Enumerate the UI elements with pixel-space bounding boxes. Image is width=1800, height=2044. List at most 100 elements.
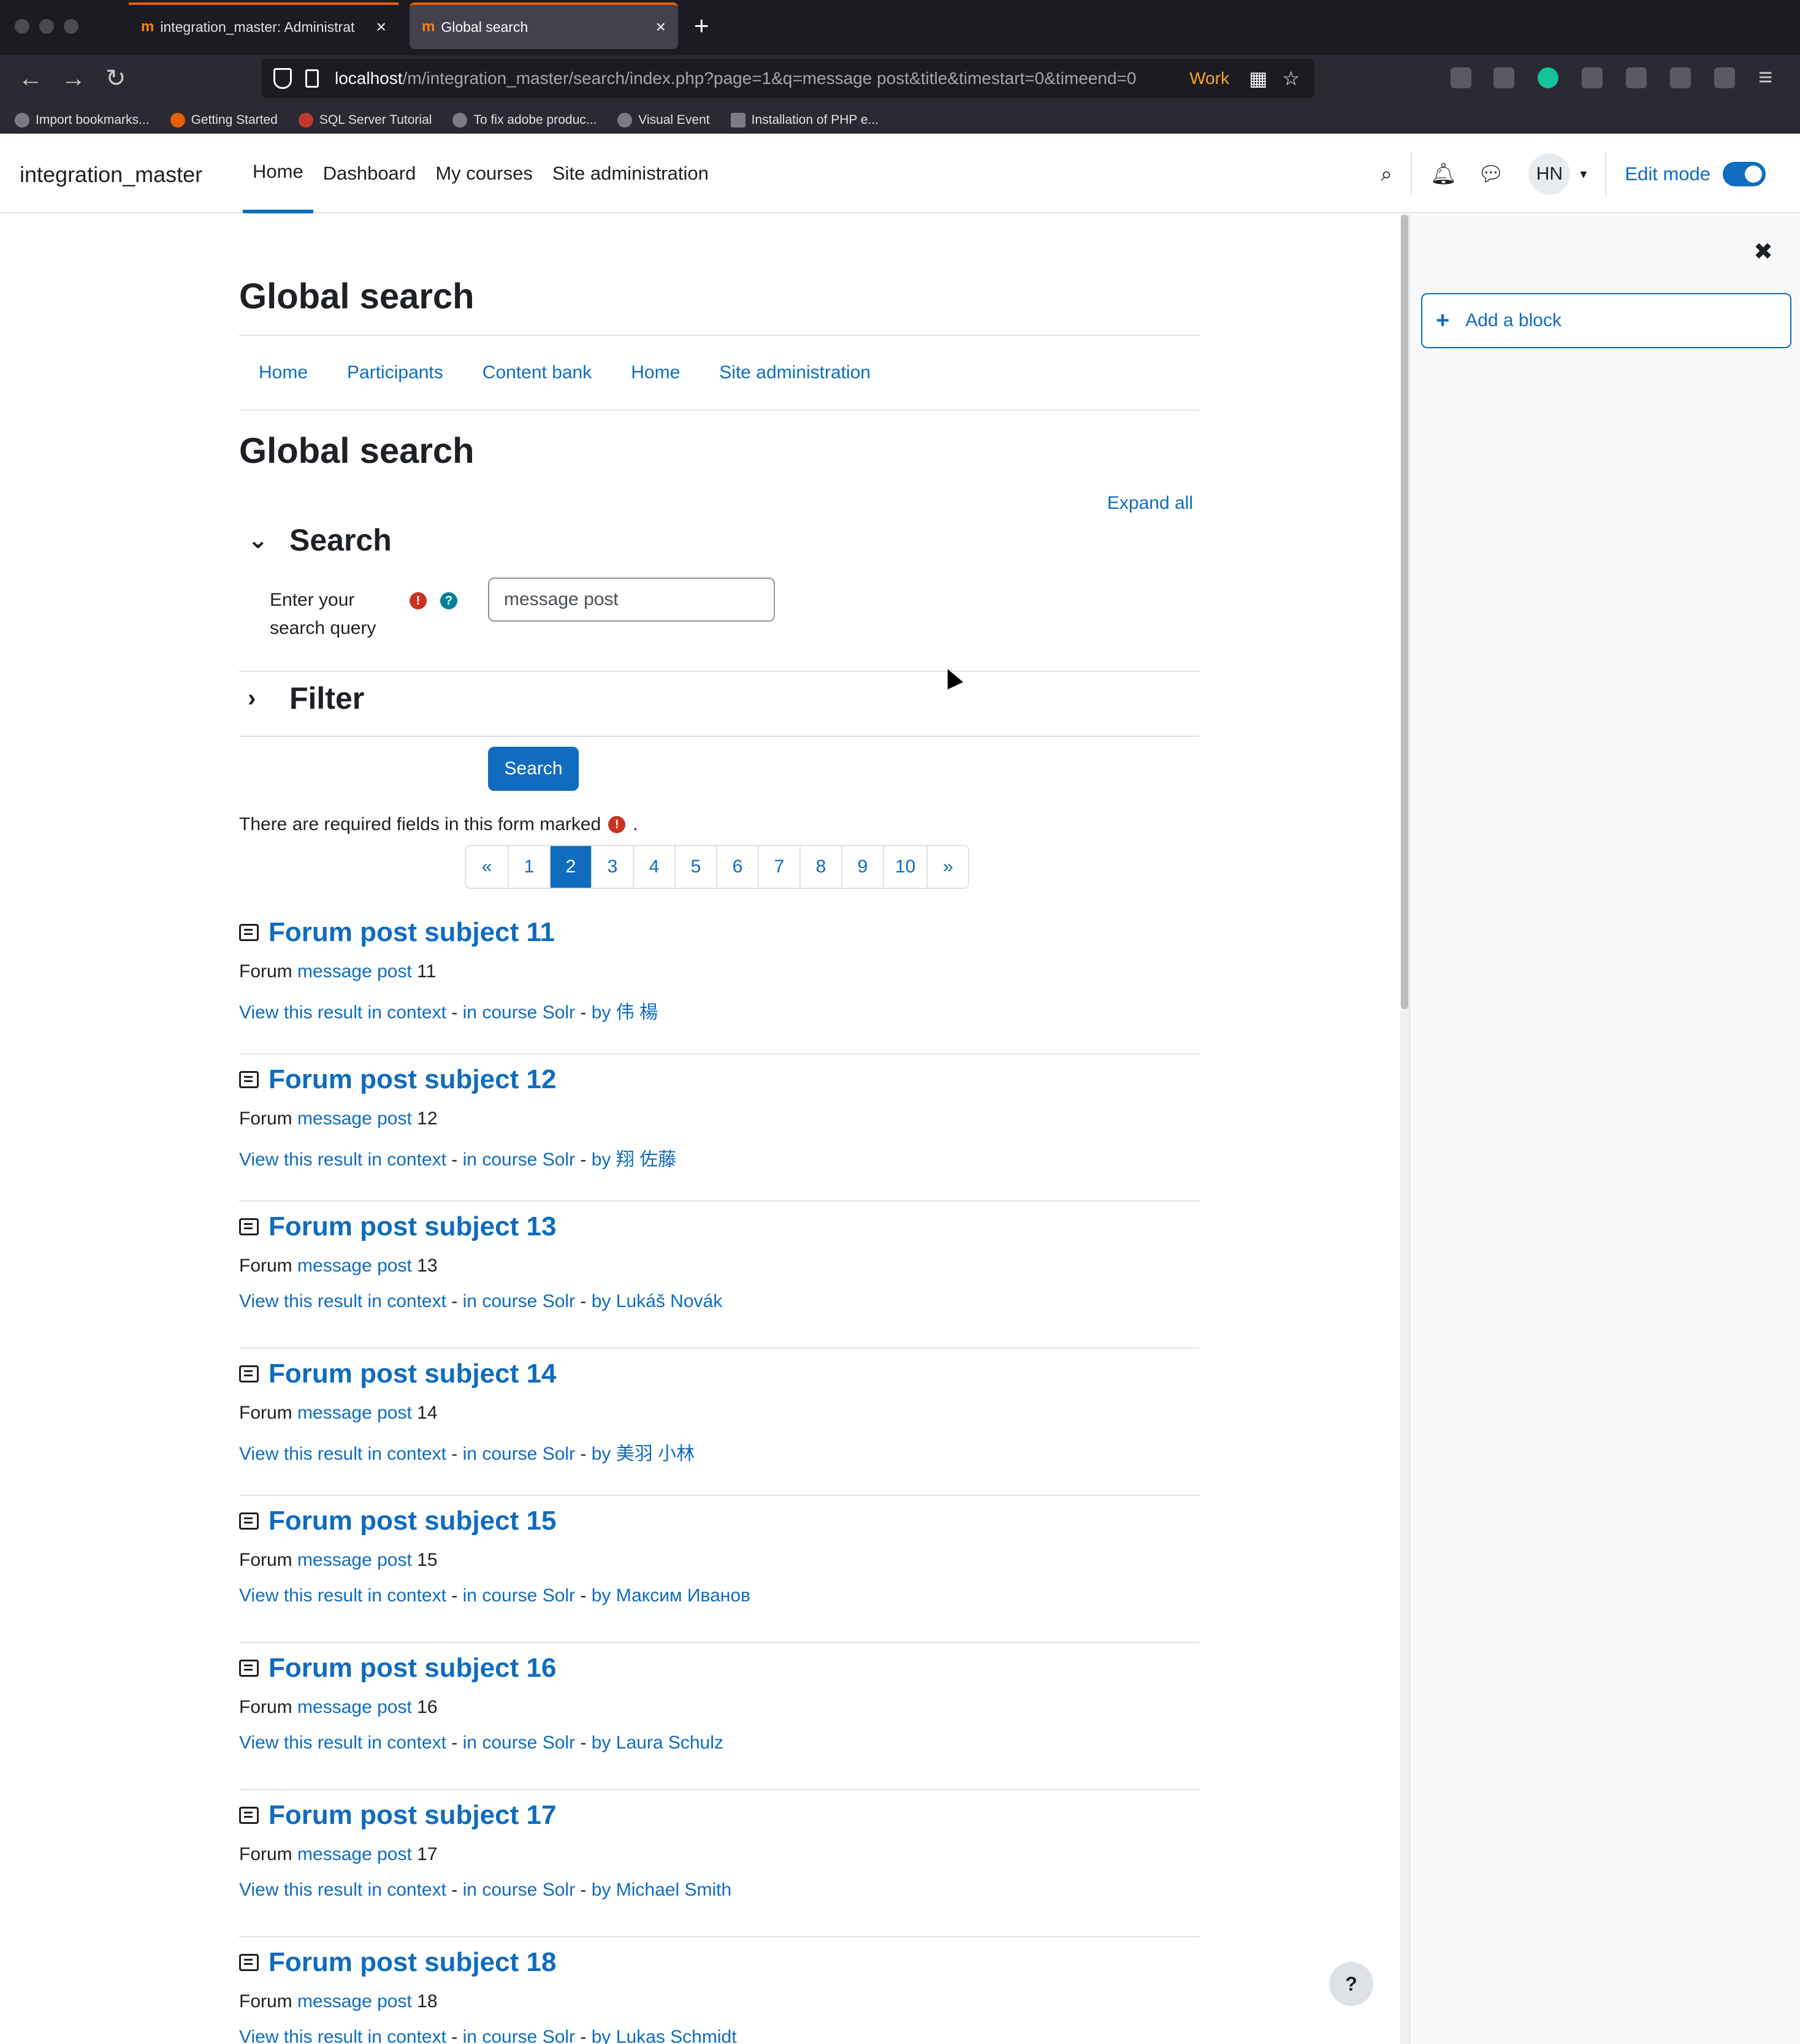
reload-icon[interactable]: ↻ bbox=[105, 65, 126, 92]
bookmark-item[interactable]: Visual Event bbox=[617, 113, 710, 128]
grid-icon[interactable]: ▦ bbox=[1249, 67, 1267, 90]
view-in-context-link[interactable]: View this result in context bbox=[239, 2027, 446, 2044]
browser-tab-global-search[interactable]: m Global search × bbox=[410, 2, 678, 49]
course-link[interactable]: in course Solr bbox=[463, 1002, 575, 1023]
pen-icon[interactable] bbox=[1670, 67, 1691, 88]
star-icon[interactable]: ☆ bbox=[1282, 67, 1300, 90]
author-link[interactable]: by 伟 楊 bbox=[592, 1002, 658, 1023]
new-tab-icon[interactable]: + bbox=[694, 12, 709, 39]
result-title-link[interactable]: Forum post subject 18 bbox=[269, 1947, 556, 1978]
edit-mode-label[interactable]: Edit mode bbox=[1625, 163, 1710, 185]
view-in-context-link[interactable]: View this result in context bbox=[239, 1444, 446, 1464]
close-icon[interactable]: ✖ bbox=[1753, 238, 1773, 265]
bookmark-item[interactable]: Import bookmarks... bbox=[15, 113, 150, 128]
close-icon[interactable]: × bbox=[656, 17, 666, 37]
page-link[interactable]: 3 bbox=[591, 846, 633, 888]
result-title-link[interactable]: Forum post subject 16 bbox=[269, 1653, 556, 1684]
bookmark-item[interactable]: Installation of PHP e... bbox=[730, 113, 879, 128]
grammarly-icon[interactable] bbox=[1538, 67, 1558, 88]
expand-all-link[interactable]: Expand all bbox=[1107, 493, 1193, 514]
chevron-down-icon[interactable]: ▾ bbox=[1580, 166, 1587, 182]
nav-home[interactable]: Home bbox=[243, 134, 313, 213]
result-title-link[interactable]: Forum post subject 15 bbox=[269, 1506, 556, 1536]
filter-section-header[interactable]: › Filter bbox=[239, 681, 364, 716]
page-link[interactable]: 7 bbox=[758, 846, 799, 888]
secondary-nav-home[interactable]: Home bbox=[239, 362, 327, 383]
secondary-nav-participants[interactable]: Participants bbox=[327, 362, 463, 383]
forward-icon[interactable]: → bbox=[61, 65, 86, 92]
bookmark-item[interactable]: SQL Server Tutorial bbox=[298, 113, 432, 128]
menu-icon[interactable]: ≡ bbox=[1758, 64, 1772, 91]
view-in-context-link[interactable]: View this result in context bbox=[239, 1733, 446, 1753]
edit-mode-toggle[interactable] bbox=[1723, 162, 1766, 186]
author-link[interactable]: by 美羽 小林 bbox=[592, 1444, 695, 1464]
window-minimize-dot[interactable] bbox=[39, 19, 54, 34]
container-label[interactable]: Work bbox=[1189, 69, 1229, 88]
site-name[interactable]: integration_master bbox=[20, 162, 202, 188]
page-link[interactable]: 10 bbox=[883, 846, 927, 888]
course-link[interactable]: in course Solr bbox=[463, 1291, 575, 1311]
nav-dashboard[interactable]: Dashboard bbox=[313, 134, 426, 213]
bookmark-item[interactable]: Getting Started bbox=[170, 113, 278, 128]
help-icon[interactable]: ? bbox=[440, 592, 457, 609]
page-link[interactable]: 5 bbox=[674, 846, 716, 888]
view-in-context-link[interactable]: View this result in context bbox=[239, 1002, 446, 1023]
result-title-link[interactable]: Forum post subject 17 bbox=[269, 1800, 556, 1831]
page-next[interactable]: » bbox=[926, 846, 969, 888]
bell-icon[interactable]: 🔔︎ bbox=[1430, 162, 1457, 186]
page-link-current[interactable]: 2 bbox=[549, 846, 591, 888]
message-icon[interactable]: 💬︎ bbox=[1478, 162, 1504, 186]
course-link[interactable]: in course Solr bbox=[463, 1585, 575, 1606]
author-link[interactable]: by Lukas Schmidt bbox=[592, 2027, 737, 2044]
search-input[interactable] bbox=[488, 578, 775, 622]
close-icon[interactable]: × bbox=[376, 17, 386, 37]
window-close-dot[interactable] bbox=[15, 19, 29, 34]
view-in-context-link[interactable]: View this result in context bbox=[239, 1585, 446, 1606]
view-in-context-link[interactable]: View this result in context bbox=[239, 1150, 446, 1170]
extension-icon[interactable] bbox=[1626, 67, 1647, 88]
view-in-context-link[interactable]: View this result in context bbox=[239, 1880, 446, 1900]
view-in-context-link[interactable]: View this result in context bbox=[239, 1291, 446, 1311]
nav-site-administration[interactable]: Site administration bbox=[543, 134, 719, 213]
browser-tab-admin[interactable]: m integration_master: Administrat × bbox=[129, 2, 399, 49]
page-link[interactable]: 9 bbox=[841, 846, 883, 888]
chevron-right-icon[interactable]: › bbox=[248, 685, 284, 712]
bookmark-item[interactable]: To fix adobe produc... bbox=[452, 113, 597, 128]
page-link[interactable]: 6 bbox=[716, 846, 758, 888]
page-link[interactable]: 8 bbox=[799, 846, 841, 888]
url-text[interactable]: localhost/m/integration_master/search/in… bbox=[335, 69, 1189, 88]
page-prev[interactable]: « bbox=[466, 846, 508, 888]
page-link[interactable]: 4 bbox=[633, 846, 674, 888]
secondary-nav-home[interactable]: Home bbox=[611, 362, 700, 383]
extension-icon[interactable] bbox=[1493, 67, 1514, 88]
avatar[interactable]: HN bbox=[1528, 153, 1571, 195]
secondary-nav-site-administration[interactable]: Site administration bbox=[700, 362, 890, 383]
course-link[interactable]: in course Solr bbox=[463, 1733, 575, 1753]
scrollbar-thumb[interactable] bbox=[1401, 215, 1408, 1009]
course-link[interactable]: in course Solr bbox=[463, 1444, 575, 1464]
help-button[interactable]: ? bbox=[1329, 1962, 1373, 2006]
course-link[interactable]: in course Solr bbox=[463, 1880, 575, 1900]
author-link[interactable]: by 翔 佐藤 bbox=[592, 1150, 676, 1170]
window-zoom-dot[interactable] bbox=[64, 19, 78, 34]
extension-icon[interactable] bbox=[1714, 67, 1735, 88]
author-link[interactable]: by Laura Schulz bbox=[592, 1733, 723, 1753]
chevron-down-icon[interactable]: ⌄ bbox=[248, 526, 284, 554]
extension-icon[interactable] bbox=[1582, 67, 1603, 88]
author-link[interactable]: by Максим Иванов bbox=[592, 1585, 750, 1606]
result-title-link[interactable]: Forum post subject 12 bbox=[269, 1064, 556, 1095]
search-section-header[interactable]: ⌄ Search bbox=[239, 522, 392, 558]
author-link[interactable]: by Lukáš Novák bbox=[592, 1291, 722, 1311]
nav-my-courses[interactable]: My courses bbox=[425, 134, 542, 213]
course-link[interactable]: in course Solr bbox=[463, 2027, 575, 2044]
page-link[interactable]: 1 bbox=[508, 846, 549, 888]
course-link[interactable]: in course Solr bbox=[463, 1150, 575, 1170]
back-icon[interactable]: ← bbox=[18, 65, 43, 92]
search-button[interactable]: Search bbox=[488, 747, 579, 791]
shield-icon[interactable] bbox=[273, 68, 292, 89]
search-icon[interactable]: ⌕ bbox=[1381, 162, 1392, 186]
address-bar[interactable]: localhost/m/integration_master/search/in… bbox=[261, 59, 1314, 98]
add-block-button[interactable]: + Add a block bbox=[1421, 293, 1791, 348]
result-title-link[interactable]: Forum post subject 13 bbox=[269, 1211, 556, 1242]
result-title-link[interactable]: Forum post subject 11 bbox=[269, 917, 555, 948]
